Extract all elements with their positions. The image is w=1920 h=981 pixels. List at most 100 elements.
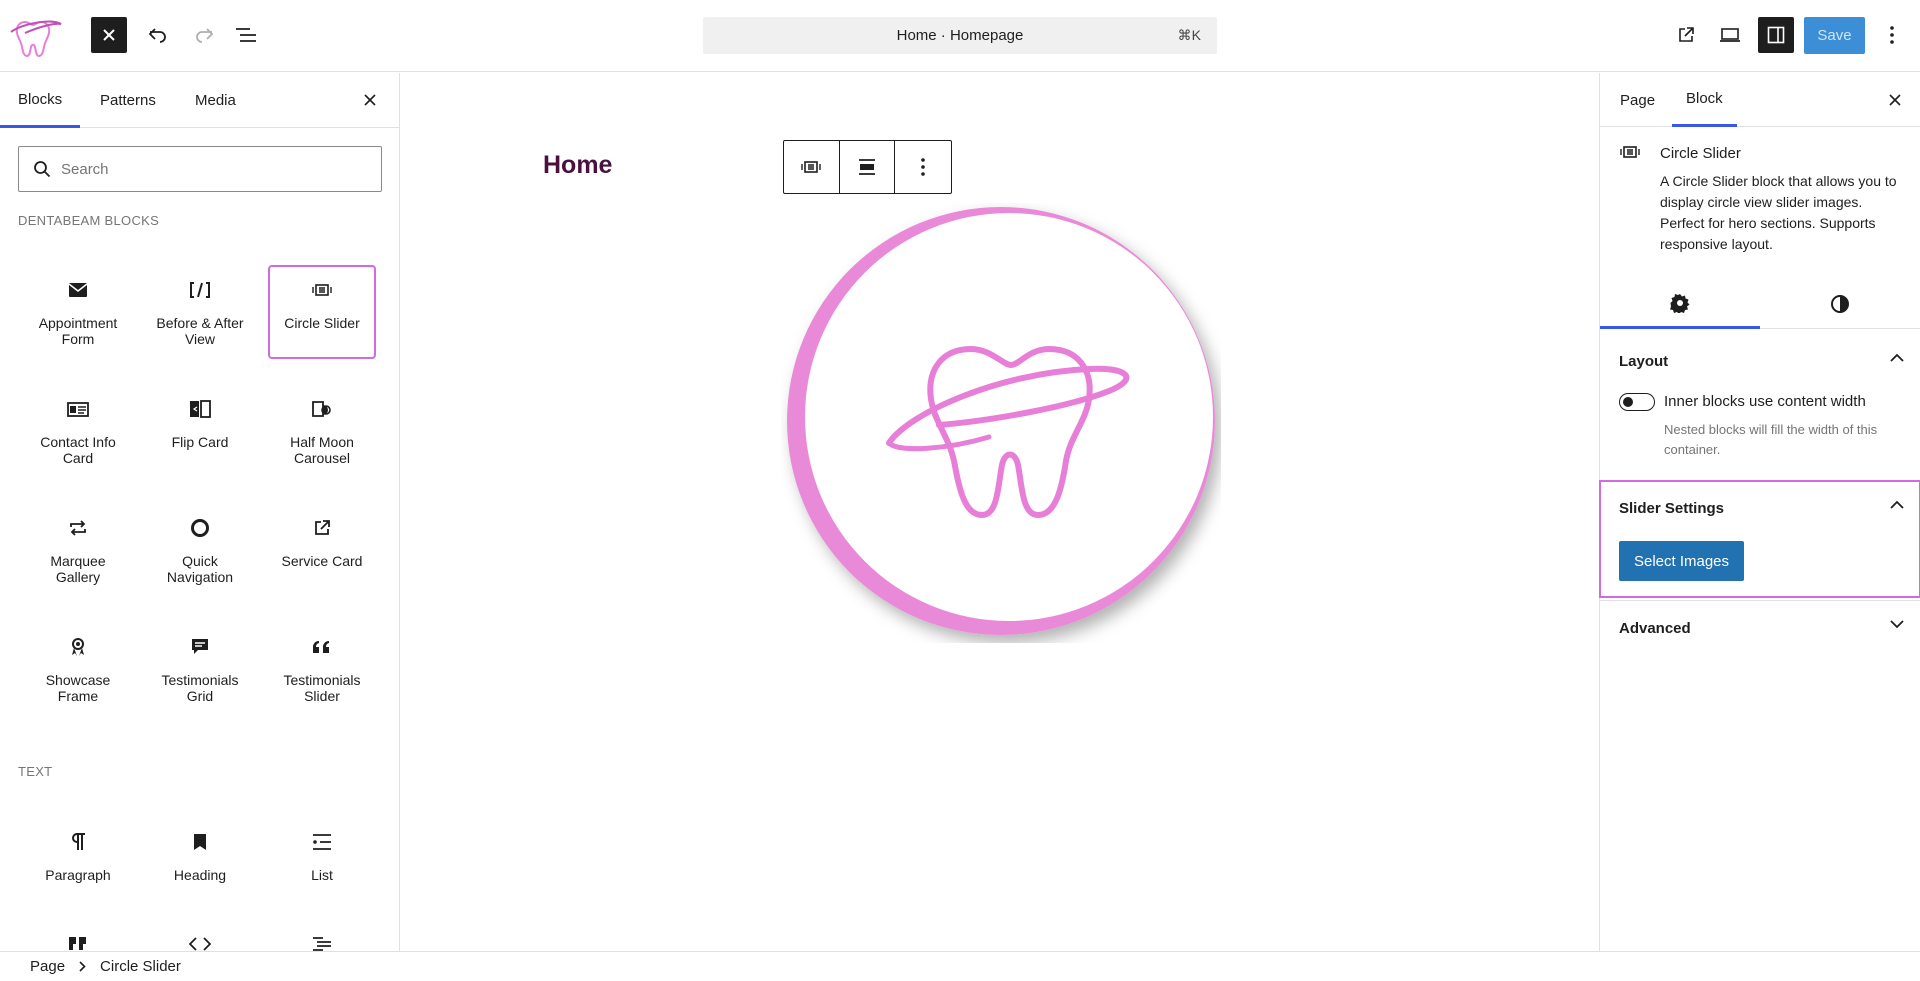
block-label: Service Card — [281, 553, 363, 569]
contact-card-icon — [67, 394, 89, 424]
list-icon — [312, 827, 332, 857]
close-settings-icon[interactable] — [1882, 87, 1908, 113]
block-service-card[interactable]: Service Card — [270, 505, 374, 595]
save-button[interactable]: Save — [1804, 17, 1865, 54]
block-quick-navigation[interactable]: Quick Navigation — [148, 505, 252, 595]
block-label: Circle Slider — [284, 315, 360, 331]
slider-icon — [1620, 145, 1640, 163]
block-card-description: A Circle Slider block that allows you to… — [1660, 173, 1897, 252]
block-toolbar — [783, 140, 952, 194]
close-inserter-icon[interactable] — [357, 87, 383, 113]
view-page-external-icon[interactable] — [1668, 17, 1704, 53]
code-icon — [189, 933, 211, 951]
block-inserter-panel: Blocks Patterns Media DENTABEAM BLOCKS A… — [0, 73, 400, 951]
slider-settings-panel-header[interactable]: Slider Settings — [1600, 480, 1920, 536]
repeat-icon — [68, 513, 88, 543]
category-heading-text: TEXT — [18, 764, 53, 779]
chevron-up-icon — [1890, 353, 1904, 362]
half-moon-icon — [311, 394, 333, 424]
tab-settings-gear[interactable] — [1600, 279, 1760, 329]
undo-button[interactable] — [140, 17, 176, 53]
breadcrumb-page[interactable]: Page — [30, 958, 65, 975]
layout-panel-header[interactable]: Layout — [1600, 333, 1920, 389]
settings-style-tabs — [1600, 279, 1920, 329]
block-contact-info-card[interactable]: Contact Info Card — [26, 386, 130, 476]
block-testimonials-grid[interactable]: Testimonials Grid — [148, 624, 252, 714]
block-marquee-gallery[interactable]: Marquee Gallery — [26, 505, 130, 595]
inserter-tabs: Blocks Patterns Media — [0, 73, 399, 128]
block-card: Circle Slider A Circle Slider block that… — [1600, 127, 1920, 252]
block-label: Before & After View — [156, 315, 244, 347]
block-flip-card[interactable]: Flip Card — [148, 386, 252, 476]
block-label: Testimonials Grid — [161, 672, 239, 704]
block-before-after-view[interactable]: Before & After View — [148, 267, 252, 357]
block-label: List — [311, 867, 333, 883]
breadcrumb-circle-slider[interactable]: Circle Slider — [100, 958, 181, 975]
chevron-down-icon — [1890, 620, 1904, 629]
block-label: Half Moon Carousel — [290, 434, 354, 466]
block-label: Quick Navigation — [166, 553, 234, 585]
block-settings-sidebar: Page Block Circle Slider A Circle Slider… — [1599, 73, 1920, 951]
block-appointment-form[interactable]: Appointment Form — [26, 267, 130, 357]
align-icon[interactable] — [840, 141, 896, 193]
tab-styles-contrast[interactable] — [1760, 279, 1920, 329]
slider-icon — [312, 275, 332, 305]
before-after-icon — [189, 275, 211, 305]
advanced-panel-header[interactable]: Advanced — [1600, 600, 1920, 656]
tab-block[interactable]: Block — [1672, 73, 1737, 127]
category-heading-dentabeam: DENTABEAM BLOCKS — [18, 213, 160, 228]
editor-header: Home · Homepage ⌘K Save — [0, 0, 1920, 72]
tab-page[interactable]: Page — [1618, 73, 1657, 127]
block-type-icon[interactable] — [784, 141, 840, 193]
block-label: Contact Info Card — [40, 434, 116, 466]
external-link-icon — [313, 513, 331, 543]
block-testimonials-slider[interactable]: Testimonials Slider — [270, 624, 374, 714]
block-list[interactable]: List — [270, 819, 374, 909]
quote-icon — [68, 933, 88, 951]
block-search-field[interactable] — [18, 146, 382, 192]
flip-icon — [189, 394, 211, 424]
block-label: Marquee Gallery — [50, 553, 106, 585]
content-width-label: Inner blocks use content width — [1664, 393, 1866, 410]
site-logo-icon[interactable] — [8, 10, 64, 62]
advanced-panel-title: Advanced — [1619, 619, 1691, 637]
block-quote[interactable] — [26, 925, 130, 951]
tab-patterns[interactable]: Patterns — [100, 73, 156, 128]
comment-icon — [190, 632, 210, 662]
device-preview-icon[interactable] — [1712, 17, 1748, 53]
block-label: Flip Card — [171, 434, 229, 450]
document-title: Home · Homepage — [896, 27, 1024, 44]
select-images-button[interactable]: Select Images — [1619, 541, 1744, 581]
gear-icon — [1670, 293, 1690, 313]
block-circle-slider[interactable]: Circle Slider — [268, 265, 376, 359]
block-showcase-frame[interactable]: Showcase Frame — [26, 624, 130, 714]
redo-button[interactable] — [186, 17, 222, 53]
command-palette-bar[interactable]: Home · Homepage ⌘K — [703, 17, 1217, 54]
circle-slider-image[interactable] — [781, 203, 1221, 643]
breadcrumb: Page Circle Slider — [0, 951, 1920, 981]
settings-sidebar-toggle-icon[interactable] — [1758, 17, 1794, 53]
block-code[interactable] — [148, 925, 252, 951]
block-details[interactable] — [270, 925, 374, 951]
block-label: Showcase Frame — [45, 672, 111, 704]
layout-panel-title: Layout — [1619, 352, 1669, 370]
block-paragraph[interactable]: Paragraph — [26, 819, 130, 909]
options-menu-icon[interactable] — [1874, 17, 1910, 53]
envelope-icon — [68, 275, 88, 305]
tab-media[interactable]: Media — [195, 73, 236, 128]
quote-mark-icon — [311, 632, 333, 662]
document-overview-button[interactable] — [228, 17, 264, 53]
search-input[interactable] — [61, 160, 361, 178]
tab-blocks[interactable]: Blocks — [0, 73, 81, 128]
block-options-icon[interactable] — [895, 141, 951, 193]
content-width-help: Nested blocks will fill the width of thi… — [1664, 422, 1878, 457]
content-width-toggle[interactable] — [1619, 393, 1655, 411]
block-label: Heading — [173, 867, 227, 883]
contrast-icon — [1831, 295, 1849, 313]
editor-canvas[interactable]: Home — [401, 73, 1599, 951]
close-editor-button[interactable] — [91, 17, 127, 53]
block-heading[interactable]: Heading — [148, 819, 252, 909]
block-half-moon-carousel[interactable]: Half Moon Carousel — [270, 386, 374, 476]
page-title[interactable]: Home — [543, 151, 612, 180]
block-label: Appointment Form — [38, 315, 118, 347]
